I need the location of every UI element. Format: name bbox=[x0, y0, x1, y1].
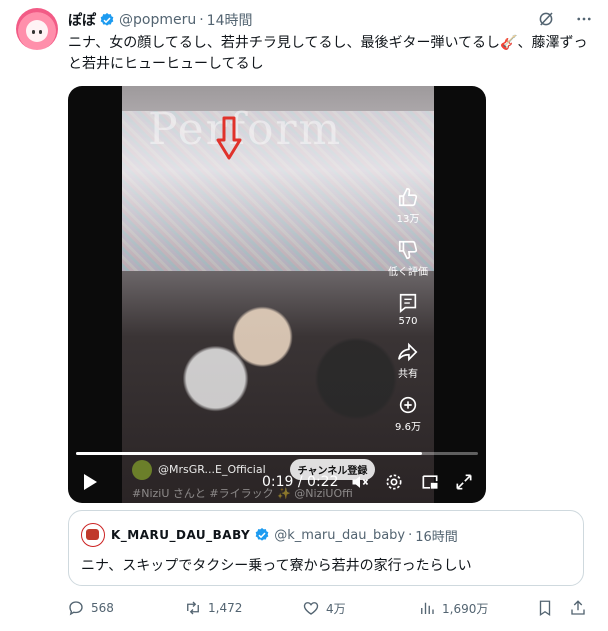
author-handle[interactable]: @popmeru bbox=[119, 12, 196, 28]
share-video-button[interactable]: 共有 bbox=[397, 341, 419, 380]
verified-badge-icon bbox=[255, 528, 269, 541]
quoted-header: K_MARU_DAU_BABY @k_maru_dau_baby · 16時間 bbox=[81, 523, 458, 547]
like-button[interactable]: 4万 bbox=[302, 599, 346, 617]
comment-count: 570 bbox=[398, 316, 418, 327]
tweet-actions: 568 1,472 4万 1,690万 bbox=[62, 599, 592, 621]
like-count: 4万 bbox=[326, 601, 346, 616]
tweet-text: ニナ、女の顔してるし、若井チラ見してるし、最後ギター弾いてるし🎸、藤澤ずっと若井… bbox=[68, 35, 588, 72]
remix-icon bbox=[399, 396, 417, 414]
comment-icon bbox=[399, 293, 417, 313]
settings-gear-icon[interactable] bbox=[384, 472, 404, 492]
remix-video-button[interactable]: 9.6万 bbox=[395, 394, 421, 433]
timecode: 0:19 / 0:22 bbox=[262, 474, 339, 490]
avatar-eye bbox=[39, 30, 42, 34]
tweet-top-actions bbox=[536, 9, 594, 29]
avatar-eye bbox=[32, 30, 35, 34]
fullscreen-icon[interactable] bbox=[454, 472, 474, 492]
author-name[interactable]: ぽぽ bbox=[68, 10, 96, 30]
picture-in-picture-icon[interactable] bbox=[420, 472, 440, 492]
reply-button[interactable]: 568 bbox=[67, 599, 114, 617]
share-icon bbox=[398, 342, 418, 362]
bookmark-icon bbox=[539, 600, 551, 617]
remix-count: 9.6万 bbox=[395, 422, 421, 433]
quoted-avatar[interactable] bbox=[81, 523, 105, 547]
heart-icon bbox=[303, 602, 319, 615]
like-video-button[interactable]: 13万 bbox=[396, 186, 420, 225]
views-count: 1,690万 bbox=[442, 601, 489, 616]
verified-badge-icon bbox=[100, 13, 114, 26]
video-backdrop-text: Perform bbox=[148, 104, 343, 155]
reply-count: 568 bbox=[91, 601, 114, 615]
avatar[interactable] bbox=[16, 8, 58, 50]
tweet: ぽぽ @popmeru · 14時間 ニナ、女の顔してるし、若井チラ見してるし、… bbox=[0, 0, 608, 631]
video-side-actions: 13万 低く評価 570 共有 9.6万 bbox=[388, 186, 428, 447]
like-count: 13万 bbox=[396, 214, 420, 225]
repost-button[interactable]: 1,472 bbox=[184, 599, 242, 617]
dislike-video-button[interactable]: 低く評価 bbox=[388, 239, 428, 278]
bookmark-button[interactable] bbox=[536, 599, 554, 617]
quoted-text: ニナ、スキップでタクシー乗って寮から若井の家行ったらしい bbox=[81, 558, 472, 574]
progress-fill bbox=[76, 452, 422, 455]
tweet-header: ぽぽ @popmeru · 14時間 bbox=[68, 10, 253, 30]
dislike-label: 低く評価 bbox=[388, 267, 428, 278]
share-button[interactable] bbox=[569, 599, 587, 617]
thumbs-down-icon bbox=[398, 240, 418, 260]
red-arrow-icon bbox=[216, 116, 242, 160]
separator-dot: · bbox=[408, 527, 413, 543]
separator-dot: · bbox=[199, 12, 204, 28]
reply-icon bbox=[69, 601, 83, 616]
progress-bar[interactable] bbox=[76, 452, 478, 455]
more-icon[interactable] bbox=[574, 9, 594, 29]
video-player[interactable]: Perform 13万 低く評価 570 共有 9.6万 @MrsGR...E_… bbox=[68, 86, 486, 503]
quoted-handle[interactable]: @k_maru_dau_baby bbox=[274, 528, 405, 543]
share-upload-icon bbox=[571, 600, 585, 615]
repost-icon bbox=[187, 601, 199, 615]
repost-count: 1,472 bbox=[208, 601, 243, 615]
thumbs-up-icon bbox=[398, 187, 418, 207]
share-label: 共有 bbox=[398, 369, 418, 380]
quoted-timestamp: 16時間 bbox=[415, 529, 458, 545]
video-controls: 0:19 / 0:22 bbox=[68, 470, 486, 496]
play-icon[interactable] bbox=[82, 473, 98, 491]
views-button[interactable]: 1,690万 bbox=[418, 599, 488, 617]
timestamp[interactable]: 14時間 bbox=[207, 10, 253, 30]
quoted-tweet[interactable]: K_MARU_DAU_BABY @k_maru_dau_baby · 16時間 … bbox=[68, 510, 584, 586]
views-icon bbox=[421, 602, 434, 614]
quoted-author-name[interactable]: K_MARU_DAU_BABY bbox=[111, 528, 250, 542]
comments-video-button[interactable]: 570 bbox=[397, 292, 419, 327]
grok-icon[interactable] bbox=[536, 9, 556, 29]
mute-icon[interactable] bbox=[350, 472, 370, 492]
avatar-face bbox=[26, 20, 48, 42]
